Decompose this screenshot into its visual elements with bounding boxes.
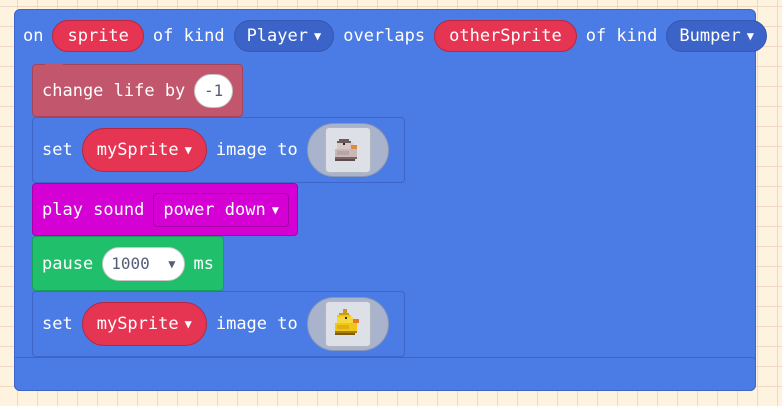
caret-down-icon: ▼: [168, 256, 176, 271]
my-sprite-dropdown[interactable]: mySprite ▼: [81, 128, 207, 172]
sound-dropdown[interactable]: power down ▼: [153, 192, 289, 227]
pause-duration-value: 1000: [111, 254, 150, 273]
caret-down-icon: ▼: [184, 143, 192, 157]
yellow-duck-sprite-icon: [324, 301, 371, 347]
caret-down-icon: ▼: [271, 202, 279, 217]
overlaps-label: overlaps: [343, 26, 426, 46]
sprite-variable[interactable]: sprite: [52, 20, 144, 52]
kind-dropdown-bumper[interactable]: Bumper ▼: [666, 20, 768, 52]
of-kind-label-2: of kind: [585, 26, 658, 46]
caret-down-icon: ▼: [184, 317, 192, 331]
variable-value: mySprite: [96, 314, 179, 334]
kind-dropdown-player[interactable]: Player ▼: [233, 20, 335, 52]
set-label: set: [42, 140, 73, 160]
kind-dropdown-value: Player: [246, 26, 308, 46]
other-sprite-variable[interactable]: otherSprite: [434, 20, 577, 52]
set-image-block-2[interactable]: set mySprite ▼ image to: [32, 291, 405, 357]
event-block-spine: [15, 62, 32, 358]
sound-value: power down: [163, 199, 266, 220]
image-picker[interactable]: [306, 123, 389, 177]
kind-dropdown-value-2: Bumper: [679, 26, 741, 46]
pause-block[interactable]: pause 1000 ▼ ms: [32, 236, 224, 291]
ms-unit-label: ms: [193, 253, 214, 274]
pause-label: pause: [42, 253, 94, 274]
set-image-block-1[interactable]: set mySprite ▼ image to: [32, 117, 405, 183]
on-label: on: [23, 26, 44, 46]
event-block-footer: [14, 357, 756, 391]
caret-down-icon: ▼: [313, 29, 322, 43]
change-life-block[interactable]: change life by -1: [32, 64, 243, 117]
change-life-label: change life by: [42, 80, 186, 101]
my-sprite-dropdown[interactable]: mySprite ▼: [81, 302, 207, 346]
set-label: set: [42, 314, 73, 334]
play-sound-block[interactable]: play sound power down ▼: [32, 183, 298, 236]
image-to-label: image to: [215, 314, 298, 334]
play-sound-label: play sound: [42, 199, 145, 220]
block-notch: [45, 64, 63, 70]
variable-value: mySprite: [96, 140, 179, 160]
caret-down-icon: ▼: [746, 29, 755, 43]
image-picker[interactable]: [306, 297, 389, 351]
event-block-header: on sprite of kind Player ▼ overlaps othe…: [14, 9, 776, 63]
of-kind-label: of kind: [152, 26, 225, 46]
image-to-label: image to: [215, 140, 298, 160]
pause-duration-dropdown[interactable]: 1000 ▼: [102, 246, 185, 281]
life-change-input[interactable]: -1: [194, 73, 233, 108]
gray-duck-sprite-icon: [324, 127, 371, 173]
